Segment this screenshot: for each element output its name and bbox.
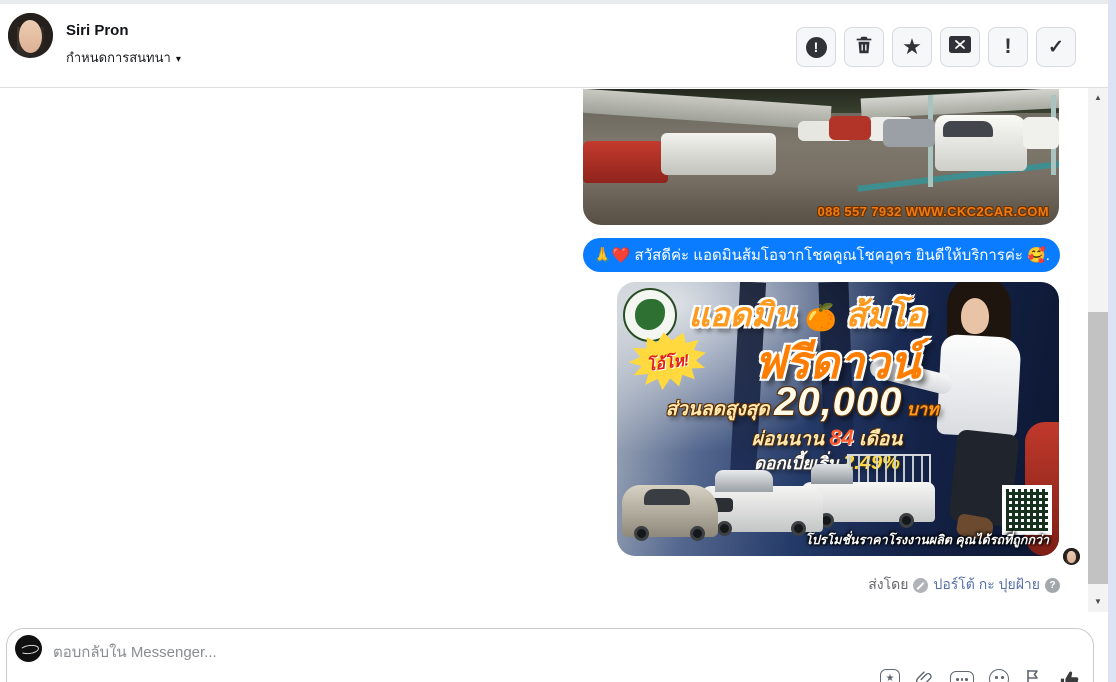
photo-car [883,119,935,147]
ad-car-pickup [701,470,823,536]
report-button[interactable]: ! [796,27,836,67]
check-icon: ✓ [1048,36,1064,58]
gif-icon[interactable] [950,671,974,682]
scroll-up-arrow[interactable]: ▲ [1088,90,1108,106]
like-icon[interactable] [1059,669,1079,682]
help-icon[interactable]: ? [1045,577,1060,593]
photo-car [583,141,668,183]
dealer-logo [623,288,677,342]
sent-by-row: ส่งโดย ปอร์โต้ กะ ปุยฝ้าย ? [868,574,1060,596]
photo-watermark: 088 557 7932 WWW.CKC2CAR.COM [817,204,1049,219]
ad-discount-line: ส่วนลดสูงสุด 20,000 บาท [665,380,939,424]
message-image-car-lot[interactable]: 088 557 7932 WWW.CKC2CAR.COM [583,89,1059,225]
photo-car [829,116,871,140]
star-icon: ★ [902,34,922,59]
exclamation-circle-icon: ! [805,36,827,58]
page-edge-strip [1108,0,1116,682]
mark-unread-button[interactable] [940,27,980,67]
photo-car [935,115,1027,171]
mark-spam-button[interactable]: ! [988,27,1028,67]
chevron-down-icon: ▾ [175,54,181,65]
trash-icon [853,34,875,61]
attach-icon[interactable] [915,669,935,682]
follow-up-button[interactable]: ★ [892,27,932,67]
scroll-down-arrow[interactable]: ▼ [1088,594,1108,610]
emoji-icon[interactable] [989,669,1009,682]
photo-car [1023,117,1059,149]
exclamation-icon: ! [1004,35,1012,58]
reply-composer: ตอบกลับใน Messenger... ★ [6,628,1094,682]
sender-page-link[interactable]: ปอร์โต้ กะ ปุยฝ้าย [933,574,1040,596]
mark-done-button[interactable]: ✓ [1036,27,1076,67]
outgoing-message-bubble: 🙏❤️ สวัสดีค่ะ แอดมินส้มโอจากโชคคูณโชคอุด… [583,238,1060,272]
seen-receipt-avatar[interactable] [1063,548,1080,565]
ad-car-hatchback [622,485,718,541]
sent-via-badge-icon [913,577,929,593]
header-action-bar: ! ★ ! ✓ [796,27,1076,67]
scrollbar-thumb[interactable] [1088,312,1108,584]
reply-input[interactable]: ตอบกลับใน Messenger... [53,640,753,664]
schedule-conversation-dropdown[interactable]: กำหนดการสนทนา ▾ [66,47,181,68]
schedule-conversation-label: กำหนดการสนทนา [66,50,171,65]
message-image-promo-ad[interactable]: แอดมิน 🍊 ส้มโอ โอ้โห! ฟรีดาวน์ ส่วนลดสูง… [617,282,1059,556]
message-text: 🙏❤️ สวัสดีค่ะ แอดมินส้มโอจากโชคคูณโชคอุด… [593,247,1050,264]
contact-name: Siri Pron [66,22,129,39]
photo-car [661,133,776,175]
saved-replies-icon[interactable]: ★ [880,669,900,682]
envelope-x-icon [948,35,972,59]
flag-icon[interactable] [1024,669,1044,682]
contact-avatar[interactable] [8,13,53,58]
page-avatar [15,635,42,662]
composer-toolbar: ★ [880,669,1079,682]
qr-code [1002,485,1052,535]
delete-button[interactable] [844,27,884,67]
conversation-page: Siri Pron กำหนดการสนทนา ▾ ! ★ ! ✓ 088 55… [0,0,1116,682]
conversation-header: Siri Pron กำหนดการสนทนา ▾ ! ★ ! ✓ [0,4,1108,88]
sent-by-label: ส่งโดย [868,576,909,592]
